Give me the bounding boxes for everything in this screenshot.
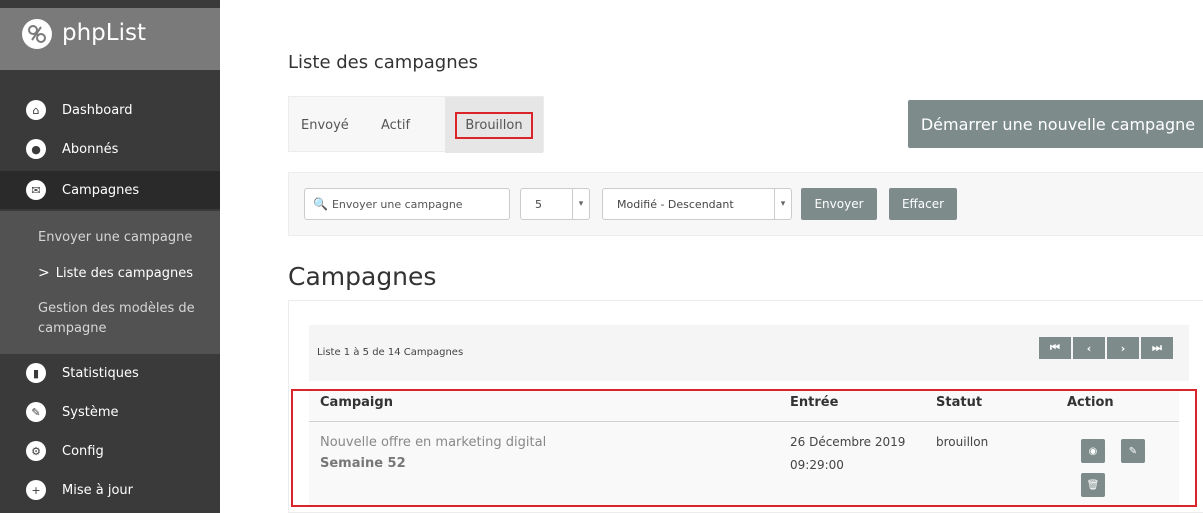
nav-subscribers[interactable]: ● Abonnés — [0, 130, 220, 168]
page-title: Liste des campagnes — [288, 52, 479, 73]
column-header-entry: Entrée — [790, 395, 839, 410]
sort-value: Modifié - Descendant — [617, 197, 734, 211]
search-icon: 🔍 — [313, 197, 328, 211]
logo[interactable]: phpList — [0, 8, 220, 70]
nav-system[interactable]: ✎ Système — [0, 393, 220, 431]
nav-label: Statistiques — [62, 365, 139, 381]
search-input[interactable]: 🔍 Envoyer une campagne — [304, 188, 510, 220]
main-content: Liste des campagnes Envoyé Actif Brouill… — [220, 0, 1203, 513]
pagination: ⏮ ‹ › ⏭ — [1039, 337, 1173, 359]
submenu-label: Liste des campagnes — [55, 266, 194, 281]
chart-icon: ▮ — [26, 363, 46, 383]
campaign-subtitle: Semaine 52 — [320, 456, 406, 471]
logo-text: phpList — [62, 20, 146, 46]
tab-label: Envoyé — [301, 117, 349, 133]
sidebar: phpList ⌂ Dashboard ● Abonnés ✉ Campagne… — [0, 0, 220, 513]
submenu-campaign-list[interactable]: > Liste des campagnes — [38, 263, 193, 284]
submenu-label-line1: Gestion des modèles de — [38, 301, 195, 316]
edit-icon[interactable]: ✎ — [1121, 439, 1145, 463]
first-page-icon[interactable]: ⏮ — [1039, 337, 1071, 359]
home-icon: ⌂ — [26, 100, 46, 120]
gear-icon: ⚙ — [26, 441, 46, 461]
campaigns-submenu: Envoyer une campagne > Liste des campagne… — [0, 211, 220, 354]
campaign-table: Campaign Entrée Statut Action Nouvelle o… — [291, 389, 1197, 507]
submenu-template-management[interactable]: Gestion des modèles de campagne — [38, 299, 195, 339]
nav-label: Config — [62, 443, 104, 459]
entry-date: 26 Décembre 2019 — [790, 435, 906, 449]
plus-icon: + — [26, 480, 46, 500]
nav-campaigns[interactable]: ✉ Campagnes — [0, 171, 220, 209]
nav-update[interactable]: + Mise à jour — [0, 471, 220, 509]
status-value: brouillon — [936, 435, 989, 449]
tab-label: Actif — [381, 117, 411, 133]
listing-header: Liste 1 à 5 de 14 Campagnes ⏮ ‹ › ⏭ — [309, 325, 1189, 381]
entry-time: 09:29:00 — [790, 458, 844, 472]
nav-label: Dashboard — [62, 102, 133, 118]
trash-icon[interactable]: 🗑 — [1081, 473, 1105, 497]
filter-bar: 🔍 Envoyer une campagne 5 ▾ Modifié - Des… — [288, 172, 1203, 236]
phplist-logo-icon — [22, 19, 52, 49]
tab-draft[interactable]: Brouillon — [445, 97, 543, 153]
nav-label: Abonnés — [62, 141, 119, 157]
header-divider — [309, 421, 1179, 422]
chevron-down-icon: ▾ — [774, 189, 791, 219]
nav-label: Système — [62, 404, 119, 420]
table-body: Campaign Entrée Statut Action Nouvelle o… — [309, 391, 1179, 505]
status-tabs: Envoyé Actif Brouillon — [288, 96, 544, 153]
column-header-campaign: Campaign — [320, 395, 393, 410]
submit-filter-button[interactable]: Envoyer — [801, 188, 877, 220]
nav-label: Mise à jour — [62, 482, 133, 498]
tab-label: Brouillon — [455, 111, 533, 139]
prev-page-icon[interactable]: ‹ — [1073, 337, 1105, 359]
submenu-send-campaign[interactable]: Envoyer une campagne — [38, 228, 192, 248]
new-campaign-button[interactable]: Démarrer une nouvelle campagne — [908, 100, 1203, 148]
nav-config[interactable]: ⚙ Config — [0, 432, 220, 470]
next-page-icon[interactable]: › — [1107, 337, 1139, 359]
campaigns-card: Liste 1 à 5 de 14 Campagnes ⏮ ‹ › ⏭ Camp… — [288, 300, 1203, 513]
nav-label: Campagnes — [62, 182, 140, 198]
chevron-down-icon: ▾ — [572, 189, 589, 219]
envelope-icon: ✉ — [26, 180, 46, 200]
section-title: Campagnes — [288, 262, 437, 291]
campaign-title-link[interactable]: Nouvelle offre en marketing digital — [320, 435, 546, 450]
wrench-icon: ✎ — [26, 402, 46, 422]
column-header-action: Action — [1067, 395, 1114, 410]
submenu-label: Envoyer une campagne — [38, 230, 193, 245]
per-page-value: 5 — [535, 197, 542, 211]
column-header-status: Statut — [936, 395, 983, 410]
per-page-select[interactable]: 5 ▾ — [520, 188, 590, 220]
submenu-label-line2: campagne — [38, 321, 107, 336]
nav-statistics[interactable]: ▮ Statistiques — [0, 354, 220, 392]
sort-select[interactable]: Modifié - Descendant ▾ — [602, 188, 792, 220]
clear-filter-button[interactable]: Effacer — [889, 188, 957, 220]
search-placeholder: Envoyer une campagne — [331, 197, 463, 211]
view-eye-icon[interactable]: ◉ — [1081, 439, 1105, 463]
tab-sent[interactable]: Envoyé — [301, 97, 349, 153]
last-page-icon[interactable]: ⏭ — [1141, 337, 1173, 359]
nav-dashboard[interactable]: ⌂ Dashboard — [0, 91, 220, 129]
user-icon: ● — [26, 139, 46, 159]
tab-active[interactable]: Actif — [381, 97, 410, 153]
chevron-right-icon: > — [38, 265, 50, 281]
listing-summary: Liste 1 à 5 de 14 Campagnes — [317, 347, 464, 358]
